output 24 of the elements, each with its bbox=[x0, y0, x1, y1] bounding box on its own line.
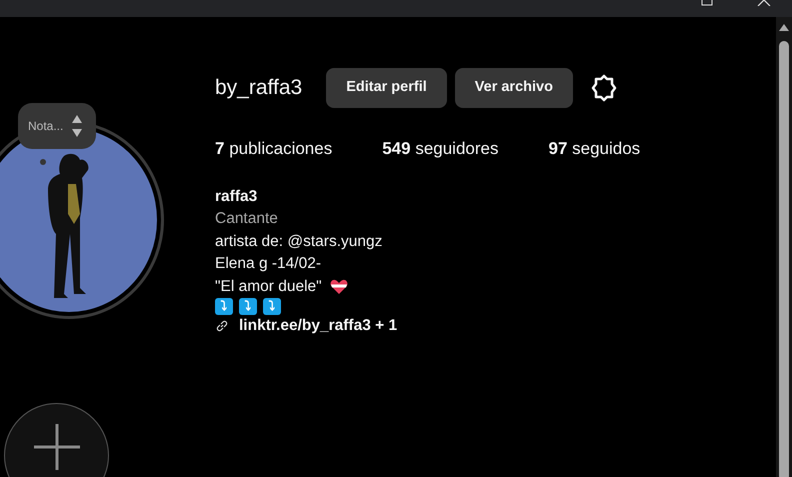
link-icon bbox=[215, 319, 229, 334]
username: by_raffa3 bbox=[215, 75, 302, 102]
profile-stat[interactable]: 549 seguidores bbox=[382, 136, 498, 162]
bandaged-heart-icon bbox=[330, 278, 348, 295]
profile-stat[interactable]: 7 publicaciones bbox=[215, 136, 332, 162]
note-field[interactable]: Nota... bbox=[28, 117, 68, 135]
scrollbar-thumb[interactable] bbox=[779, 41, 789, 477]
bio-line: "El amor duele" bbox=[215, 276, 322, 296]
scroll-up-icon[interactable] bbox=[778, 22, 790, 32]
profile-category: Cantante bbox=[215, 209, 279, 229]
arrow-emoji: ⤵ bbox=[239, 298, 257, 315]
archive-button[interactable]: Ver archivo bbox=[454, 68, 573, 108]
scrollbar[interactable] bbox=[776, 17, 792, 477]
arrow-emoji: ⤵ bbox=[215, 298, 233, 315]
plus-icon bbox=[34, 424, 80, 470]
note-bubble[interactable]: Nota... bbox=[18, 103, 96, 149]
bio-line: artista de: @stars.yungz bbox=[215, 232, 382, 252]
bio-line: Elena g -14/02- bbox=[215, 254, 321, 274]
arrow-emoji: ⤵ bbox=[263, 298, 281, 315]
bio-link[interactable]: linktr.ee/by_raffa3 + 1 bbox=[239, 315, 398, 338]
add-highlight-button[interactable] bbox=[4, 403, 109, 477]
profile-name: raffa3 bbox=[215, 186, 258, 206]
edit-profile-button[interactable]: Editar perfil bbox=[326, 68, 447, 108]
profile-stat[interactable]: 97 seguidos bbox=[548, 136, 640, 162]
